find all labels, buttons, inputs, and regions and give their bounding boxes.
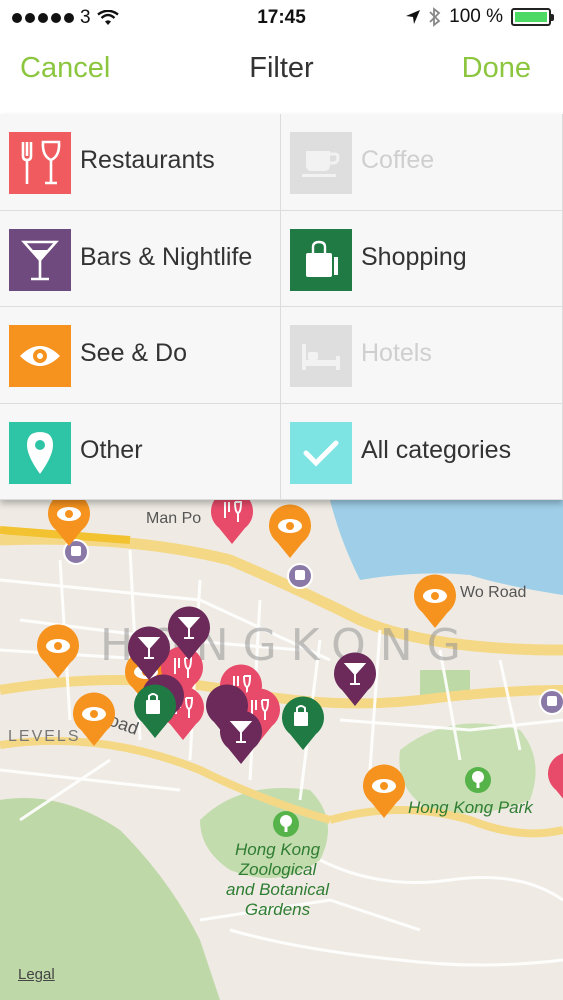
category-shopping[interactable]: Shopping <box>281 210 563 307</box>
hotels-tile <box>290 325 352 387</box>
park-label: Hong Kong Zoological and Botanical Garde… <box>226 840 330 919</box>
location-arrow-icon <box>406 10 421 24</box>
other-tile <box>9 421 71 484</box>
category-other[interactable]: Other <box>0 403 281 500</box>
navigation-bar: Cancel Filter Done <box>0 36 563 114</box>
bar-map-pin[interactable] <box>166 606 212 662</box>
train-station-icon <box>539 689 563 715</box>
see-do-map-pin[interactable] <box>71 692 117 748</box>
category-bars-nightlife[interactable]: Bars & Nightlife <box>0 210 281 307</box>
category-hotels[interactable]: Hotels <box>281 307 563 404</box>
see-do-tile <box>9 325 71 387</box>
district-label: LEVELS <box>8 728 81 745</box>
bars-tile <box>9 228 71 291</box>
park-label: Hong Kong Park <box>408 798 533 817</box>
restaurants-tile <box>9 132 71 194</box>
coffee-tile <box>290 132 352 194</box>
street-label: Man Po <box>146 510 202 527</box>
category-see-do[interactable]: See & Do <box>0 307 281 404</box>
park-icon <box>465 767 491 793</box>
category-label: Hotels <box>361 339 432 367</box>
eye-icon <box>20 346 60 366</box>
done-button[interactable]: Done <box>462 52 531 85</box>
coffee-cup-icon <box>302 151 340 177</box>
shopping-bag-icon <box>306 240 338 277</box>
category-label: All categories <box>361 435 512 464</box>
cocktail-icon <box>21 240 59 280</box>
cutlery-icon <box>21 140 61 185</box>
restaurant-map-pin[interactable] <box>546 752 563 808</box>
category-label: Bars & Nightlife <box>80 242 253 271</box>
category-label: Shopping <box>361 242 467 271</box>
bar-map-pin[interactable] <box>218 710 264 766</box>
shopping-map-pin[interactable] <box>280 696 326 752</box>
battery-icon <box>511 8 554 26</box>
category-grid: Restaurants Coffee Bars & Nightlife Shop… <box>0 114 563 500</box>
category-label: See & Do <box>80 339 188 367</box>
category-coffee[interactable]: Coffee <box>281 114 563 211</box>
see-do-map-pin[interactable] <box>35 624 81 680</box>
status-bar: 3 17:45 100 % <box>0 0 563 36</box>
category-all[interactable]: All categories <box>281 403 563 500</box>
status-right: 100 % <box>405 6 554 28</box>
category-restaurants[interactable]: Restaurants <box>0 114 281 211</box>
location-pin-icon <box>27 431 53 474</box>
park-icon <box>273 811 299 837</box>
train-station-icon <box>287 563 313 589</box>
bed-icon <box>302 344 340 370</box>
restaurant-map-pin[interactable] <box>209 500 255 546</box>
checkmark-icon <box>303 440 339 467</box>
shopping-tile <box>290 228 352 291</box>
bar-map-pin[interactable] <box>332 652 378 708</box>
see-do-map-pin[interactable] <box>267 504 313 560</box>
bluetooth-icon <box>429 7 441 27</box>
shopping-map-pin[interactable] <box>132 684 178 740</box>
category-label: Restaurants <box>80 146 215 174</box>
map-view[interactable]: HONGKONG Man Po Wo Road LEVELS Road Hong… <box>0 500 563 1000</box>
category-label: Coffee <box>361 146 435 174</box>
see-do-map-pin[interactable] <box>46 500 92 548</box>
see-do-map-pin[interactable] <box>412 574 458 630</box>
see-do-map-pin[interactable] <box>361 764 407 820</box>
category-label: Other <box>80 435 143 464</box>
street-label: Wo Road <box>460 584 527 601</box>
battery-percent: 100 % <box>449 6 503 27</box>
all-tile <box>290 421 352 484</box>
legal-link[interactable]: Legal <box>18 966 55 983</box>
